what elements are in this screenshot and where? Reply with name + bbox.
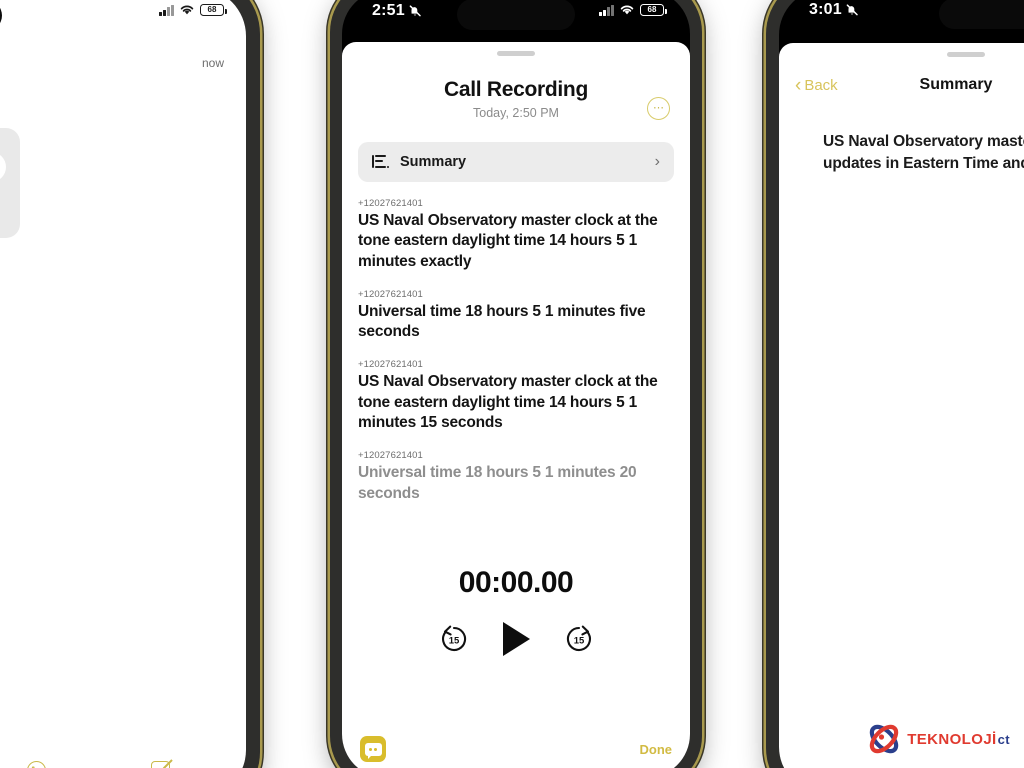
summary-body-text: US Naval Observatory master clock provid… <box>823 133 1024 172</box>
transcript-speaker: +12027621401 <box>358 359 423 371</box>
phone-mockup-right: 3:01 ‹ Back Summary US Naval Observatory… <box>766 0 1024 768</box>
svg-text:15: 15 <box>573 636 584 647</box>
atom-logo-icon <box>867 722 901 756</box>
dynamic-island <box>457 0 575 30</box>
transcript-list[interactable]: +12027621401 US Naval Observatory master… <box>358 198 674 504</box>
chevron-right-icon: › <box>654 153 660 170</box>
text-format-icon[interactable]: Aa <box>26 761 46 768</box>
summary-row-label: Summary <box>400 154 467 170</box>
phone-mockup-left: 68 now ...ved call. ...cording ...ng ...… <box>0 0 260 768</box>
done-button[interactable]: Done <box>640 742 673 757</box>
screenshot-canvas: 68 now ...ved call. ...cording ...ng ...… <box>0 0 1024 768</box>
summary-sheet: ‹ Back Summary US Naval Observatory mast… <box>779 43 1024 768</box>
transcript-text: US Naval Observatory master clock at the… <box>358 212 658 270</box>
transcript-text: Universal time 18 hours 5 1 minutes five… <box>358 302 646 341</box>
transcript-speaker: +12027621401 <box>358 450 423 462</box>
transport-controls: 15 15 <box>342 622 690 656</box>
battery-level: 68 <box>647 5 657 14</box>
left-screen-content: 68 now ...ved call. ...cording ...ng ...… <box>0 0 246 768</box>
play-button[interactable] <box>502 622 530 656</box>
phone-right-screen: 3:01 ‹ Back Summary US Naval Observatory… <box>779 0 1024 768</box>
navigation-bar: ‹ Back Summary <box>779 65 1024 105</box>
bell-slash-icon <box>409 5 421 17</box>
transcript-text: Universal time 18 hours 5 1 minutes 20 s… <box>358 464 637 502</box>
wifi-icon <box>180 5 194 15</box>
dynamic-island <box>939 0 1024 29</box>
compose-icon[interactable] <box>150 761 170 768</box>
left-bottom-toolbar: 📎 Aa <box>0 761 246 768</box>
sheet-footer: Done <box>342 736 690 762</box>
sheet-grabber[interactable] <box>947 52 985 57</box>
phone-mockup-middle: 2:51 68 Call Recording Today, 2:50 PM ⋯ … <box>330 0 702 768</box>
status-time-group: 2:51 <box>372 2 422 20</box>
right-status-bar: 3:01 <box>779 0 1024 35</box>
playback-controls: 00:00.00 15 15 <box>342 566 690 656</box>
watermark-suffix: ct <box>997 731 1010 747</box>
summary-row[interactable]: Summary › <box>358 142 674 182</box>
transcript-toggle-icon[interactable] <box>360 736 386 762</box>
page-subtitle: Today, 2:50 PM <box>473 106 559 120</box>
transcript-item: +12027621401 Universal time 18 hours 5 1… <box>358 450 674 504</box>
transcript-item: +12027621401 US Naval Observatory master… <box>358 198 674 272</box>
battery-level: 68 <box>207 5 217 14</box>
status-time-group: 3:01 <box>809 1 859 19</box>
transcript-text: US Naval Observatory master clock at the… <box>358 373 658 432</box>
left-status-indicators: 68 <box>159 4 227 16</box>
sheet-grabber[interactable] <box>497 51 535 56</box>
watermark: TEKNOLOJİ ct <box>867 722 1010 756</box>
more-options-icon[interactable]: ⋯ <box>647 97 670 120</box>
page-title: Summary <box>919 76 993 93</box>
skip-forward-15-icon[interactable]: 15 <box>564 624 594 654</box>
status-time: 2:51 <box>372 2 405 19</box>
transcript-speaker: +12027621401 <box>358 288 423 300</box>
dynamic-island <box>0 0 2 31</box>
call-recording-sheet: Call Recording Today, 2:50 PM ⋯ Summary … <box>342 42 690 768</box>
transcript-item: +12027621401 US Naval Observatory master… <box>358 359 674 433</box>
battery-icon: 68 <box>640 4 667 16</box>
phone-left-screen: 68 now ...ved call. ...cording ...ng ...… <box>0 0 246 768</box>
cellular-bars-icon <box>159 4 174 16</box>
bell-slash-icon <box>846 4 858 16</box>
status-time: 3:01 <box>809 1 842 18</box>
left-status-bar: 68 <box>0 0 246 36</box>
cellular-bars-icon <box>599 4 614 16</box>
recording-card[interactable]: ...ng ...at 2:50 PM ...0s. ...at the ton… <box>0 128 20 238</box>
battery-icon: 68 <box>200 4 227 16</box>
skip-back-15-icon[interactable]: 15 <box>439 624 469 654</box>
middle-status-bar: 2:51 68 <box>342 0 690 36</box>
watermark-brand: TEKNOLOJİ <box>907 730 997 748</box>
phone-middle-screen: 2:51 68 Call Recording Today, 2:50 PM ⋯ … <box>342 0 690 768</box>
transcript-item: +12027621401 Universal time 18 hours 5 1… <box>358 289 674 343</box>
transcript-speaker: +12027621401 <box>358 198 423 209</box>
playback-timer: 00:00.00 <box>458 566 574 599</box>
page-title: Call Recording <box>444 78 588 101</box>
play-button[interactable]: Play <box>0 152 6 182</box>
watermark-text: TEKNOLOJİ ct <box>907 731 1010 748</box>
middle-status-indicators: 68 <box>599 4 667 16</box>
speech-bubble-icon <box>364 742 382 759</box>
wifi-icon <box>620 5 634 15</box>
summarize-icon <box>372 154 390 170</box>
svg-text:15: 15 <box>448 636 459 647</box>
notification-timestamp: now <box>201 56 224 70</box>
